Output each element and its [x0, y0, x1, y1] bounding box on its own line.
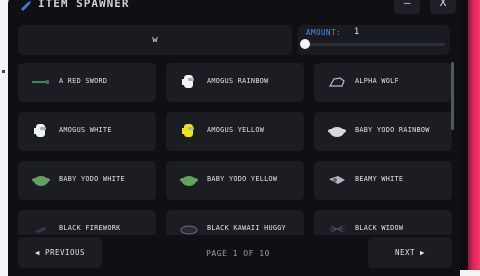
scrollbar[interactable] — [451, 62, 454, 130]
amogus-icon — [178, 122, 200, 140]
page-indicator: PAGE 1 OF 10 — [206, 249, 270, 258]
beamy-icon — [326, 171, 348, 189]
backdrop-dot — [2, 70, 5, 73]
item-card[interactable]: ALPHA WOLF — [314, 63, 452, 102]
baby-yodo-icon — [178, 171, 200, 189]
spider-icon — [326, 220, 348, 235]
item-label: BLACK FIREWORK — [59, 224, 121, 232]
title-bar[interactable]: ITEM SPAWNER – X — [8, 0, 460, 16]
previous-button[interactable]: ◀ PREVIOUS — [18, 237, 102, 268]
item-card[interactable]: AMOGUS WHITE — [18, 112, 156, 151]
item-spawner-window: ITEM SPAWNER – X w AMOUNT: 1 A RED SWORD… — [8, 0, 460, 276]
amogus-icon — [178, 73, 200, 91]
amogus-icon — [30, 122, 52, 140]
item-label: BABY YODO WHITE — [59, 175, 125, 183]
close-button[interactable]: X — [430, 0, 456, 14]
backdrop-left — [0, 0, 8, 270]
backdrop-right — [458, 0, 480, 270]
next-button[interactable]: NEXT ▶ — [368, 237, 452, 268]
item-label: BLACK WIDOW — [355, 224, 404, 232]
item-card[interactable]: A RED SWORD — [18, 63, 156, 102]
item-grid: A RED SWORD AMOGUS RAINBOW ALPHA WOLF AMOGU… — [18, 63, 452, 235]
spawner-icon — [21, 1, 31, 11]
amount-slider-track[interactable] — [303, 43, 445, 46]
item-card[interactable]: BLACK FIREWORK — [18, 210, 156, 235]
item-card[interactable]: BABY YODO YELLOW — [166, 161, 304, 200]
item-label: ALPHA WOLF — [355, 77, 399, 85]
sword-icon — [30, 73, 52, 91]
item-label: AMOGUS YELLOW — [207, 126, 265, 134]
item-label: BLACK KAWAII HUGGY — [207, 224, 287, 232]
huggy-icon — [178, 220, 200, 235]
baby-yodo-icon — [326, 122, 348, 140]
window-title: ITEM SPAWNER — [38, 0, 130, 10]
firework-icon — [30, 220, 52, 235]
amount-slider-thumb[interactable] — [300, 39, 310, 49]
item-card[interactable]: BABY YODO WHITE — [18, 161, 156, 200]
amount-control: AMOUNT: 1 — [298, 25, 450, 55]
amount-label: AMOUNT: — [306, 28, 342, 37]
item-card[interactable]: AMOGUS YELLOW — [166, 112, 304, 151]
item-label: BABY YODO YELLOW — [207, 175, 278, 183]
amount-value[interactable]: 1 — [354, 27, 359, 37]
wolf-icon — [326, 73, 348, 91]
item-label: AMOGUS RAINBOW — [207, 77, 269, 85]
item-card[interactable]: BLACK WIDOW — [314, 210, 452, 235]
item-label: A RED SWORD — [59, 77, 108, 85]
baby-yodo-icon — [30, 171, 52, 189]
item-card[interactable]: BLACK KAWAII HUGGY — [166, 210, 304, 235]
item-label: BABY YODO RAINBOW — [355, 126, 430, 134]
item-label: BEAMY WHITE — [355, 175, 404, 183]
minimize-button[interactable]: – — [394, 0, 420, 14]
search-input[interactable]: w — [18, 25, 292, 55]
item-card[interactable]: BEAMY WHITE — [314, 161, 452, 200]
item-card[interactable]: AMOGUS RAINBOW — [166, 63, 304, 102]
item-card[interactable]: BABY YODO RAINBOW — [314, 112, 452, 151]
item-label: AMOGUS WHITE — [59, 126, 112, 134]
